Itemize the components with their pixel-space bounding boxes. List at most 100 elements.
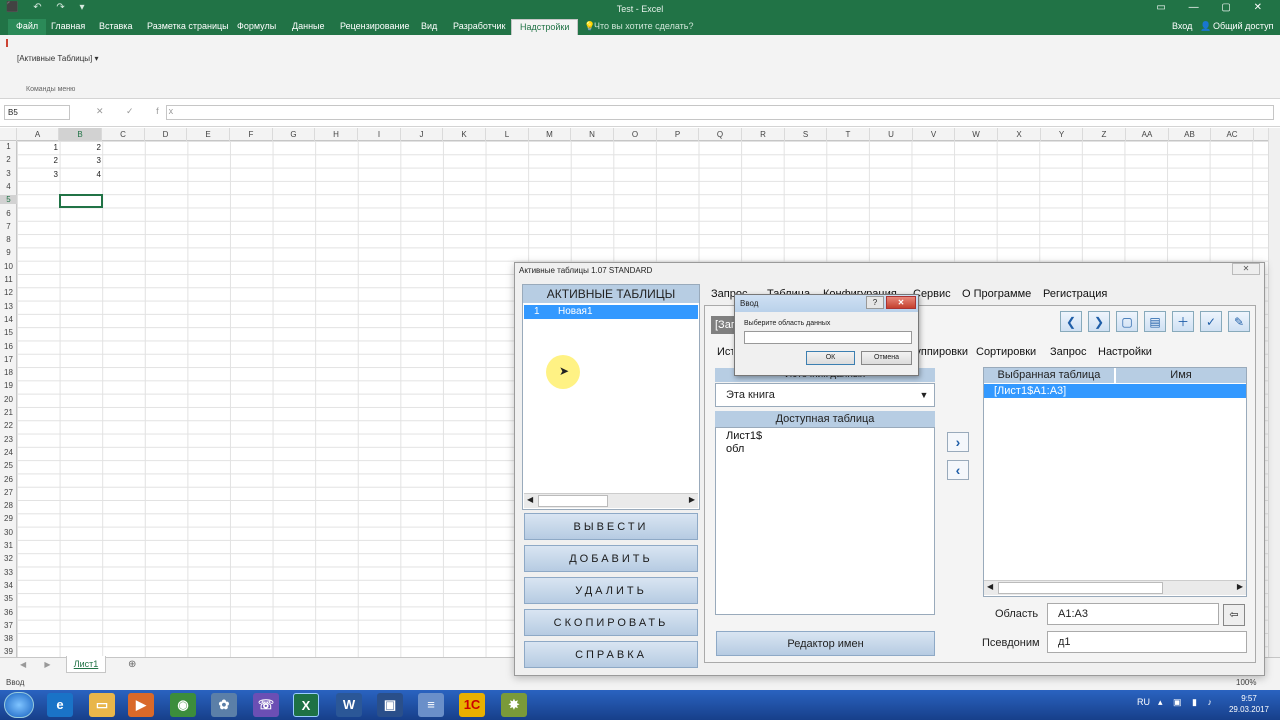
edit-query-icon[interactable]: ✎ [1228,311,1250,332]
column-header[interactable]: AC [1211,128,1254,141]
tab-file[interactable]: Файл [8,19,47,35]
start-button[interactable] [4,692,34,718]
row-header[interactable]: 12 [0,288,17,297]
subtab-settings[interactable]: Настройки [1098,346,1152,358]
app-icon[interactable]: ✿ [211,693,237,717]
row-header[interactable]: 20 [0,395,17,404]
row-header[interactable]: 19 [0,381,17,390]
share-button[interactable]: Общий доступ [1213,21,1273,31]
row-header[interactable]: 3 [0,169,17,178]
row-header[interactable]: 4 [0,182,17,191]
column-header[interactable]: F [230,128,273,141]
row-header[interactable]: 37 [0,621,17,630]
row-header[interactable]: 8 [0,235,17,244]
row-header[interactable]: 15 [0,328,17,337]
area-input[interactable]: A1:A3 [1047,603,1219,625]
source-select[interactable]: Эта книга [715,383,935,407]
list-item[interactable]: 1 Новая1 [524,305,698,319]
zoom-level[interactable]: 100% [1236,678,1256,687]
word-icon[interactable]: W [336,693,362,717]
active-cell[interactable] [59,194,103,208]
delete-button[interactable]: УДАЛИТЬ [524,577,698,604]
cell-B1[interactable]: 2 [61,143,101,152]
column-header[interactable]: Z [1083,128,1126,141]
language-indicator[interactable]: RU [1137,697,1150,707]
scroll-left-icon[interactable]: ◀ [527,495,533,504]
horizontal-scrollbar[interactable]: ◀ ▶ [984,580,1246,595]
column-header[interactable]: C [102,128,145,141]
add-button[interactable]: ДОБАВИТЬ [524,545,698,572]
column-header[interactable]: M [529,128,571,141]
column-header[interactable]: Q [699,128,742,141]
floppy-icon[interactable]: ▣ [377,693,403,717]
scroll-thumb[interactable] [998,582,1163,594]
column-header[interactable]: R [742,128,785,141]
chevron-down-icon[interactable]: ▼ [915,386,933,404]
tab-registration[interactable]: Регистрация [1043,288,1107,300]
row-header[interactable]: 38 [0,634,17,643]
alias-input[interactable]: д1 [1047,631,1247,653]
tab-developer[interactable]: Разработчик [453,21,505,31]
row-header[interactable]: 34 [0,581,17,590]
scroll-thumb[interactable] [538,495,608,507]
apply-query-icon[interactable]: ✓ [1200,311,1222,332]
row-header[interactable]: 32 [0,554,17,563]
output-button[interactable]: ВЫВЕСТИ [524,513,698,540]
subtab-sources[interactable]: Источники [717,346,733,358]
tab-page-layout[interactable]: Разметка страницы [147,21,229,31]
sheet-nav-arrows[interactable]: ◀ ▶ [20,660,59,669]
range-input[interactable] [744,331,912,344]
table-row[interactable]: [Лист1$A1:A3] [984,384,1246,398]
tray-app-icon[interactable]: ✸ [501,693,527,717]
copy-button[interactable]: СКОПИРОВАТЬ [524,609,698,636]
ie-icon[interactable]: e [47,693,73,717]
tab-view[interactable]: Вид [421,21,437,31]
row-header[interactable]: 36 [0,608,17,617]
folder-icon[interactable]: ▭ [89,693,115,717]
row-header[interactable]: 2 [0,155,17,164]
column-header[interactable]: K [443,128,486,141]
row-header[interactable]: 26 [0,475,17,484]
row-header[interactable]: 25 [0,461,17,470]
cell-A2[interactable]: 2 [18,156,58,165]
row-header[interactable]: 22 [0,421,17,430]
row-header[interactable]: 13 [0,302,17,311]
row-header[interactable]: 7 [0,222,17,231]
tell-me-box[interactable]: Что вы хотите сделать? [594,21,694,31]
scroll-right-icon[interactable]: ▶ [689,495,695,504]
column-header[interactable]: B [59,128,102,141]
column-header[interactable]: J [401,128,443,141]
media-player-icon[interactable]: ▶ [128,693,154,717]
row-header[interactable]: 31 [0,541,17,550]
row-header[interactable]: 10 [0,262,17,271]
flag-icon[interactable] [6,39,14,47]
select-all-corner[interactable] [0,128,17,141]
row-header[interactable]: 18 [0,368,17,377]
add-query-icon[interactable]: ＋ [1172,311,1194,332]
column-header[interactable]: E [187,128,230,141]
column-header[interactable]: U [870,128,913,141]
tab-insert[interactable]: Вставка [99,21,132,31]
scroll-left-icon[interactable]: ◀ [987,582,993,591]
move-left-icon[interactable]: ‹ [947,460,969,480]
excel-icon[interactable]: X [293,693,319,717]
row-header[interactable]: 30 [0,528,17,537]
vertical-scrollbar[interactable] [1268,128,1280,660]
formula-input[interactable] [166,105,1274,120]
tab-formulas[interactable]: Формулы [237,21,276,31]
available-table-list[interactable] [715,427,935,615]
subtab-query[interactable]: Запрос [1050,346,1086,358]
viber-icon[interactable]: ☏ [253,693,279,717]
column-header[interactable]: Y [1041,128,1083,141]
tab-data[interactable]: Данные [292,21,325,31]
row-header[interactable]: 1 [0,142,17,151]
row-header[interactable]: 39 [0,647,17,656]
row-header[interactable]: 5 [0,195,17,205]
row-header[interactable]: 24 [0,448,17,457]
subtab-groupings[interactable]: Группировки [914,346,968,358]
column-header[interactable]: X [998,128,1041,141]
tab-review[interactable]: Рецензирование [340,21,410,31]
name-box[interactable]: B5 [4,105,70,120]
row-header[interactable]: 11 [0,275,17,284]
column-header[interactable]: A [17,128,59,141]
